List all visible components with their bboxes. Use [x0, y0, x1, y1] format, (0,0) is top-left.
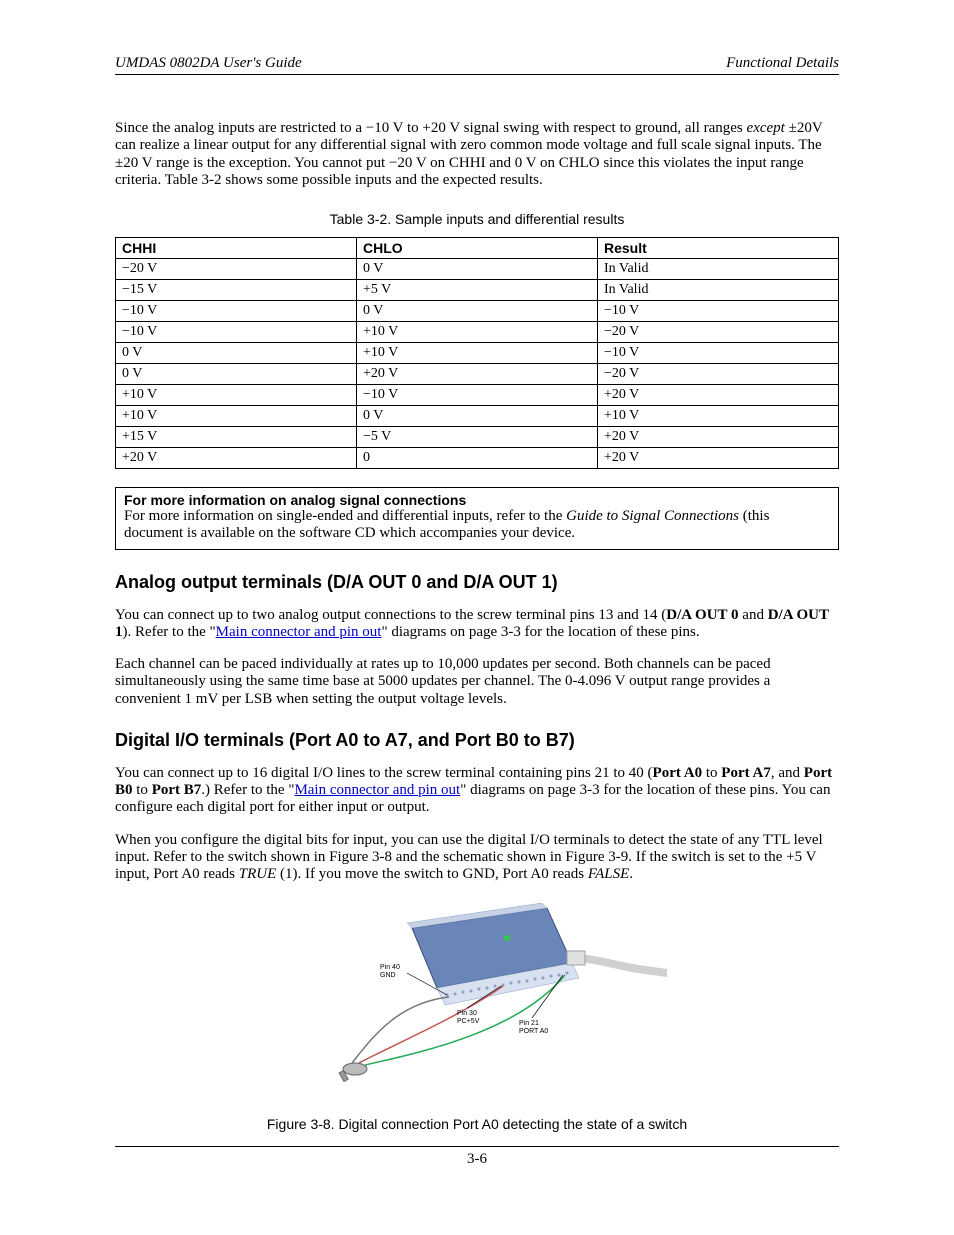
analog-paragraph-2: Each channel can be paced individually a…	[115, 656, 839, 708]
da-out-0: D/A OUT 0	[666, 607, 738, 623]
table-header-row: CHHI CHLO Result	[116, 238, 839, 259]
page: UMDAS 0802DA User's Guide Functional Det…	[0, 0, 954, 1235]
port-b7: Port B7	[152, 782, 202, 798]
table-row: −20 V0 VIn Valid	[116, 259, 839, 280]
page-number: 3-6	[467, 1151, 487, 1167]
table-caption: Table 3-2. Sample inputs and differentia…	[115, 211, 839, 227]
true-val: TRUE	[239, 866, 277, 882]
device-illustration: Pin 40 GND Pin 30 PC+5V Pin 21 PORT A0	[287, 903, 667, 1093]
col-chhi: CHHI	[116, 238, 357, 259]
port-a7: Port A7	[721, 765, 771, 781]
table-row: +20 V0+20 V	[116, 448, 839, 469]
table-row: +15 V−5 V+20 V	[116, 427, 839, 448]
pin40-label-a: Pin 40	[380, 964, 400, 971]
table-row: 0 V+20 V−20 V	[116, 364, 839, 385]
header-left: UMDAS 0802DA User's Guide	[115, 55, 302, 72]
table-row: +10 V−10 V+20 V	[116, 385, 839, 406]
switch-icon	[339, 1063, 367, 1082]
section-digital-title: Digital I/O terminals (Port A0 to A7, an…	[115, 730, 839, 751]
analog-paragraph-1: You can connect up to two analog output …	[115, 607, 839, 642]
pin21-label-b: PORT A0	[519, 1028, 548, 1035]
table-row: +10 V0 V+10 V	[116, 406, 839, 427]
table-row: −10 V0 V−10 V	[116, 301, 839, 322]
page-footer: 3-6	[115, 1146, 839, 1168]
info-box: For more information on analog signal co…	[115, 487, 839, 550]
running-header: UMDAS 0802DA User's Guide Functional Det…	[115, 55, 839, 75]
guide-title: Guide to Signal Connections	[566, 508, 739, 524]
pin30-label-b: PC+5V	[457, 1018, 480, 1025]
table-row: 0 V+10 V−10 V	[116, 343, 839, 364]
false-val: FALSE	[588, 866, 629, 882]
table-row: −15 V+5 VIn Valid	[116, 280, 839, 301]
section-analog-title: Analog output terminals (D/A OUT 0 and D…	[115, 572, 839, 593]
figure-3-8: Pin 40 GND Pin 30 PC+5V Pin 21 PORT A0	[115, 903, 839, 1098]
main-connector-link[interactable]: Main connector and pin out	[216, 624, 382, 640]
digital-paragraph-2: When you configure the digital bits for …	[115, 832, 839, 884]
info-box-title: For more information on analog signal co…	[124, 492, 830, 508]
intro-paragraph: Since the analog inputs are restricted t…	[115, 120, 839, 189]
pin30-label-a: Pin 30	[457, 1010, 477, 1017]
intro-text-1: Since the analog inputs are restricted t…	[115, 120, 747, 136]
pin40-label-b: GND	[380, 972, 396, 979]
col-chlo: CHLO	[357, 238, 598, 259]
table-row: −10 V+10 V−20 V	[116, 322, 839, 343]
figure-caption: Figure 3-8. Digital connection Port A0 d…	[115, 1116, 839, 1132]
pin21-label-a: Pin 21	[519, 1020, 539, 1027]
info-box-body: For more information on single-ended and…	[124, 508, 830, 543]
port-a0: Port A0	[653, 765, 703, 781]
intro-except: except	[747, 120, 785, 136]
sample-inputs-table: CHHI CHLO Result −20 V0 VIn Valid −15 V+…	[115, 237, 839, 469]
main-connector-link-2[interactable]: Main connector and pin out	[294, 782, 460, 798]
header-right: Functional Details	[726, 55, 839, 72]
col-result: Result	[598, 238, 839, 259]
digital-paragraph-1: You can connect up to 16 digital I/O lin…	[115, 765, 839, 817]
